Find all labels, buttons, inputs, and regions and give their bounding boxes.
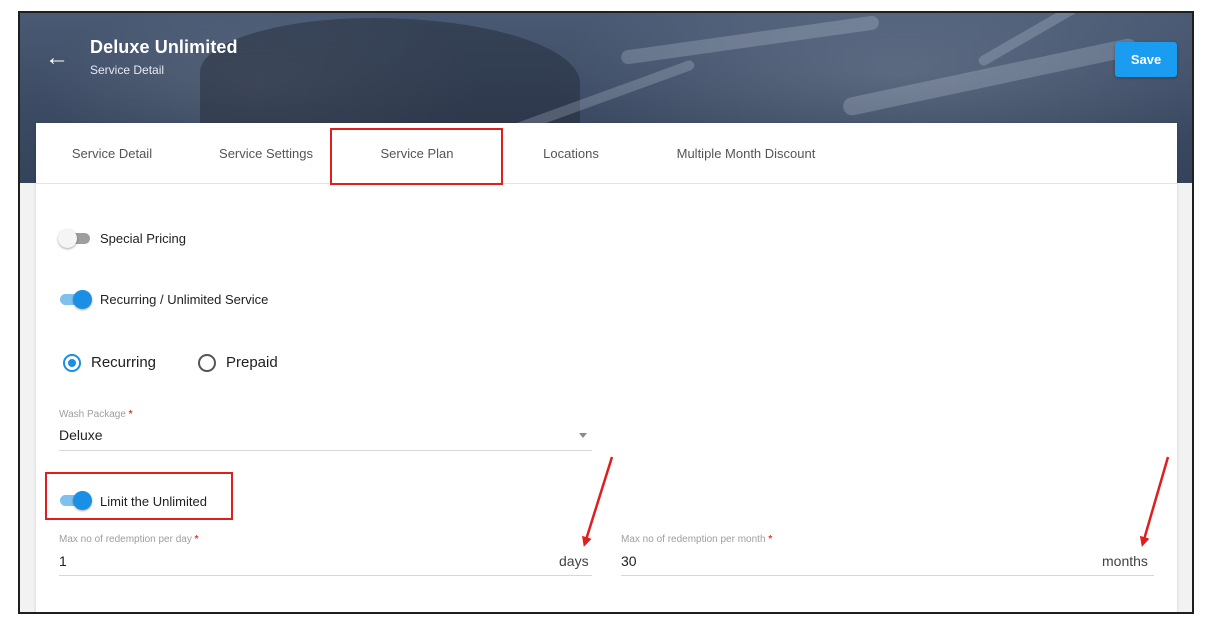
prepaid-radio-label[interactable]: Prepaid — [226, 354, 278, 371]
max-per-month-label-text: Max no of redemption per month — [621, 534, 766, 545]
recurring-radio-label[interactable]: Recurring — [91, 354, 156, 371]
special-pricing-label: Special Pricing — [100, 231, 186, 246]
max-per-month-unit: months — [1102, 553, 1148, 569]
required-asterisk: * — [768, 534, 773, 545]
recurring-unlimited-label: Recurring / Unlimited Service — [100, 292, 269, 307]
page-subtitle: Service Detail — [90, 63, 165, 77]
tab-bar: Service Detail Service Settings Service … — [36, 123, 1177, 185]
wash-package-label-text: Wash Package — [59, 409, 126, 420]
limit-unlimited-highlight-box — [45, 472, 233, 520]
max-per-day-input[interactable]: 1 — [59, 553, 67, 569]
toggle-knob — [58, 229, 77, 248]
max-per-day-underline — [59, 575, 592, 576]
save-button[interactable]: Save — [1115, 42, 1177, 77]
page-title: Deluxe Unlimited — [90, 37, 238, 57]
banner-foam-streak — [620, 14, 880, 66]
tab-locations[interactable]: Locations — [526, 123, 616, 184]
banner-foam-streak — [841, 37, 1139, 117]
wash-package-underline — [59, 450, 592, 451]
max-per-month-input[interactable]: 30 — [621, 553, 637, 569]
recurring-radio[interactable] — [63, 354, 81, 372]
arrow-left-icon: ← — [45, 44, 69, 71]
required-asterisk: * — [128, 409, 133, 420]
special-pricing-toggle[interactable] — [58, 229, 92, 248]
wash-package-select[interactable]: Deluxe — [59, 427, 103, 443]
max-per-day-label: Max no of redemption per day * — [59, 534, 199, 545]
tab-service-detail[interactable]: Service Detail — [56, 123, 168, 184]
back-button[interactable]: ← — [42, 43, 72, 73]
max-per-day-label-text: Max no of redemption per day — [59, 534, 192, 545]
prepaid-radio[interactable] — [198, 354, 216, 372]
toggle-knob — [73, 290, 92, 309]
wash-package-label: Wash Package * — [59, 409, 133, 420]
service-plan-card: Service Detail Service Settings Service … — [36, 123, 1177, 612]
selected-tab-highlight-box — [330, 128, 503, 185]
max-per-month-label: Max no of redemption per month * — [621, 534, 772, 545]
required-asterisk: * — [194, 534, 199, 545]
recurring-unlimited-toggle[interactable] — [58, 290, 92, 309]
chevron-down-icon[interactable] — [579, 433, 587, 438]
tab-multiple-month-discount[interactable]: Multiple Month Discount — [656, 123, 836, 184]
app-window: ← Deluxe Unlimited Service Detail Save S… — [18, 11, 1194, 614]
max-per-month-underline — [621, 575, 1154, 576]
tab-service-settings[interactable]: Service Settings — [206, 123, 326, 184]
max-per-day-unit: days — [559, 553, 589, 569]
